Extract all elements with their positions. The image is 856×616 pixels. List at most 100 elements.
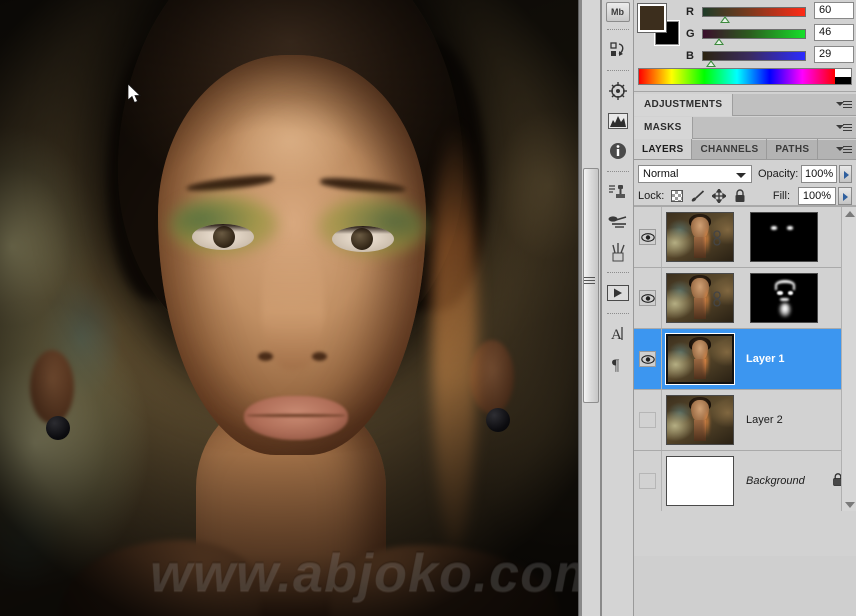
layer-mask-link-icon[interactable] <box>712 230 722 246</box>
white-black-swatches[interactable] <box>835 69 851 84</box>
lock-position-icon[interactable] <box>711 188 727 204</box>
layer-name[interactable]: Layer 1 <box>746 353 856 365</box>
channel-ramp-b[interactable] <box>702 51 806 61</box>
lock-transparent-pixels-icon[interactable] <box>669 188 685 204</box>
layer-thumbnail-cell[interactable] <box>662 456 734 506</box>
character-a-icon[interactable]: A <box>605 321 631 347</box>
color-slider-r[interactable]: R 60 <box>686 2 854 23</box>
color-slider-b[interactable]: B 29 <box>686 46 854 67</box>
eye-icon[interactable] <box>639 229 656 245</box>
layer-visibility-toggle[interactable] <box>634 207 662 267</box>
document-canvas[interactable]: www.abjoko.com <box>0 0 578 616</box>
layer-visibility-toggle[interactable] <box>634 390 662 450</box>
layer-name[interactable]: Background <box>746 475 832 487</box>
layer-thumbnail-cell[interactable] <box>662 212 734 262</box>
brush-presets-icon[interactable] <box>605 239 631 265</box>
layers-panel-footer[interactable] <box>634 556 856 616</box>
white-swatch[interactable] <box>835 69 851 77</box>
layer-thumbnail-cell[interactable] <box>662 273 734 323</box>
eye-icon[interactable] <box>639 290 656 306</box>
clone-source-icon[interactable] <box>605 179 631 205</box>
chevron-down-icon[interactable] <box>735 172 746 178</box>
blend-mode-row[interactable]: Normal Opacity: 100% <box>634 160 856 184</box>
color-slider-g[interactable]: G 46 <box>686 24 854 45</box>
paragraph-pilcrow-icon[interactable]: ¶ <box>605 351 631 377</box>
channel-knob-g[interactable] <box>714 38 724 45</box>
layer-visibility-toggle[interactable] <box>634 268 662 328</box>
foreground-color-swatch[interactable] <box>637 3 667 33</box>
color-swatches[interactable] <box>637 3 682 46</box>
table-row[interactable] <box>634 207 856 268</box>
layers-panel[interactable]: LAYERS CHANNELS PATHS Normal Opacity: 10… <box>634 139 856 616</box>
layer-thumbnail[interactable] <box>666 395 734 445</box>
channel-value-g[interactable]: 46 <box>814 24 854 41</box>
table-row[interactable]: Background <box>634 451 856 511</box>
histogram-icon[interactable] <box>605 108 631 134</box>
eye-icon-off[interactable] <box>639 473 656 489</box>
opacity-stepper[interactable] <box>838 164 852 183</box>
history-icon[interactable] <box>605 37 631 63</box>
eye-icon-off[interactable] <box>639 412 656 428</box>
masks-panel-header[interactable]: MASKS <box>634 116 856 139</box>
tab-masks[interactable]: MASKS <box>634 116 693 139</box>
layers-panel-menu-icon[interactable] <box>836 144 852 156</box>
eye-icon[interactable] <box>639 351 656 367</box>
play-icon[interactable] <box>605 280 631 306</box>
layer-mask-thumbnail[interactable] <box>750 273 818 323</box>
hue-ramp[interactable] <box>639 69 835 84</box>
fill-stepper[interactable] <box>838 186 852 205</box>
lock-row[interactable]: Lock: Fill: 100% <box>634 184 856 206</box>
table-row[interactable]: Layer 2 <box>634 390 856 451</box>
tab-channels[interactable]: CHANNELS <box>692 139 768 159</box>
channel-knob-r[interactable] <box>720 16 730 23</box>
blend-mode-select[interactable]: Normal <box>638 164 752 183</box>
color-spectrum-ramp[interactable] <box>638 68 852 85</box>
tab-layers[interactable]: LAYERS <box>634 139 693 159</box>
scrollbar-grip-icon[interactable] <box>584 277 595 286</box>
table-row[interactable]: Layer 1 <box>634 329 856 390</box>
layer-mask-thumbnail[interactable] <box>750 212 818 262</box>
scroll-down-icon[interactable] <box>845 502 855 508</box>
layer-thumbnail-cell[interactable] <box>662 395 734 445</box>
layer-visibility-toggle[interactable] <box>634 329 662 389</box>
tab-paths[interactable]: PATHS <box>767 139 819 159</box>
info-icon[interactable] <box>605 138 631 164</box>
layer-thumbnail[interactable] <box>666 212 734 262</box>
layer-thumbnail-cell[interactable] <box>662 333 735 385</box>
channel-value-b[interactable]: 29 <box>814 46 854 63</box>
opacity-label: Opacity: <box>757 167 799 180</box>
rail-divider <box>606 171 629 172</box>
rail-divider <box>606 313 629 314</box>
channel-value-r[interactable]: 60 <box>814 2 854 19</box>
right-panel-dock: R 60 G 46 B 29 ADJUSTMENTS MASKS LAYERS … <box>634 0 856 616</box>
layer-thumbnail[interactable] <box>666 273 734 323</box>
layer-thumbnail[interactable] <box>666 456 734 506</box>
layers-scrollbar[interactable] <box>841 207 856 511</box>
channel-knob-b[interactable] <box>706 60 716 67</box>
tab-adjustments[interactable]: ADJUSTMENTS <box>634 93 734 116</box>
layer-thumbnail[interactable] <box>665 333 735 385</box>
black-swatch[interactable] <box>835 76 851 84</box>
layer-list[interactable]: Layer 1 Layer 2 Background <box>634 206 856 511</box>
masks-panel-menu-icon[interactable] <box>836 122 852 134</box>
scroll-up-icon[interactable] <box>845 211 855 217</box>
table-row[interactable] <box>634 268 856 329</box>
opacity-input[interactable]: 100% <box>801 164 837 183</box>
channel-ramp-r[interactable] <box>702 7 806 17</box>
adjustments-panel-header[interactable]: ADJUSTMENTS <box>634 93 856 116</box>
document-image: www.abjoko.com <box>0 0 578 616</box>
lock-image-pixels-icon[interactable] <box>690 188 706 204</box>
lock-all-icon[interactable] <box>732 188 748 204</box>
adjustments-panel-menu-icon[interactable] <box>836 99 852 111</box>
fill-input[interactable]: 100% <box>798 186 836 205</box>
layers-panel-tabs[interactable]: LAYERS CHANNELS PATHS <box>634 139 856 160</box>
panel-icon-rail[interactable]: Mb A ¶ <box>602 0 634 616</box>
layer-visibility-toggle[interactable] <box>634 451 662 511</box>
document-vertical-scrollbar[interactable] <box>578 0 602 616</box>
layer-name[interactable]: Layer 2 <box>746 414 856 426</box>
layer-mask-link-icon[interactable] <box>712 291 722 307</box>
navigator-icon[interactable] <box>605 78 631 104</box>
color-panel[interactable]: R 60 G 46 B 29 <box>634 0 856 92</box>
brush-icon[interactable] <box>605 209 631 235</box>
rail-divider <box>606 29 629 30</box>
